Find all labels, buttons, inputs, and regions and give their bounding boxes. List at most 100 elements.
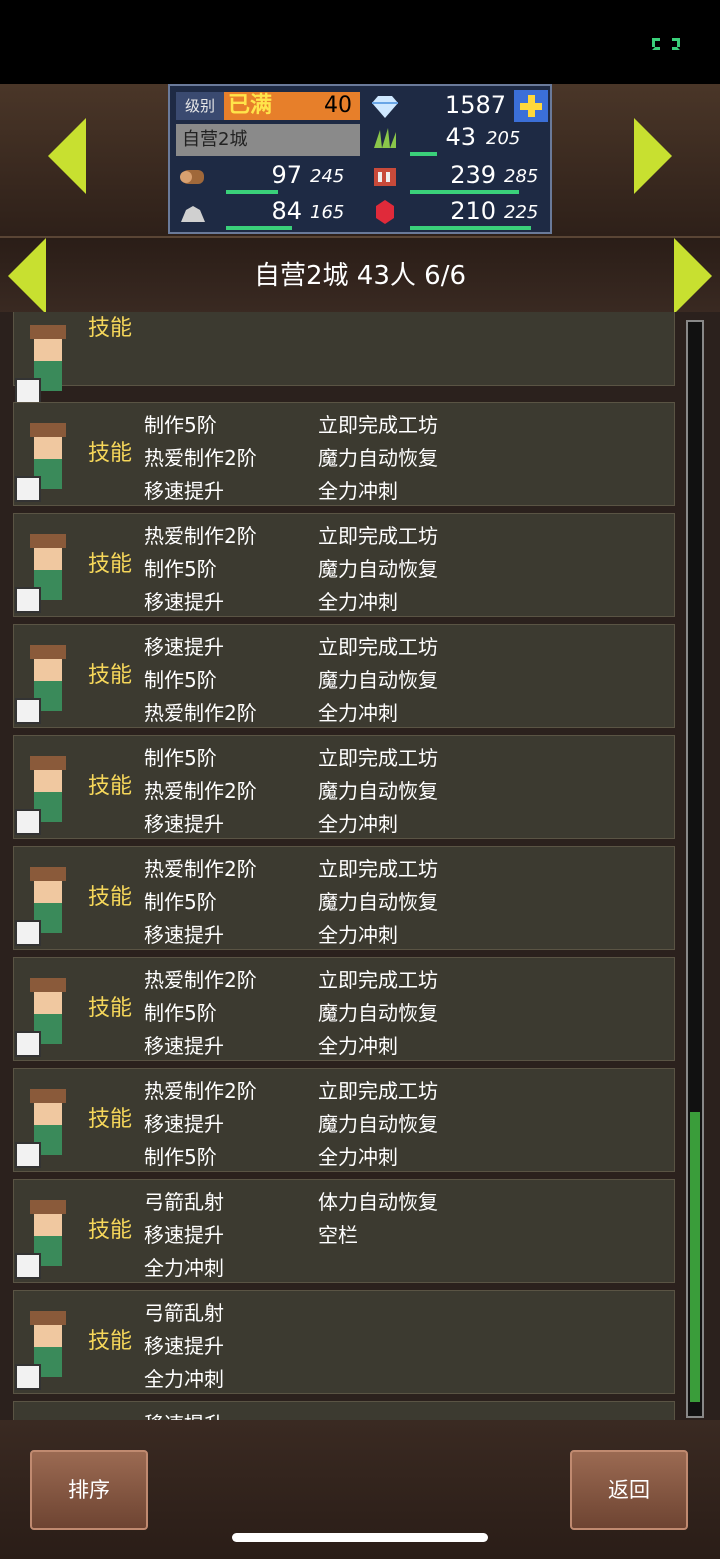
skill-label: 技能 bbox=[88, 885, 133, 910]
food-bar bbox=[410, 190, 519, 194]
next-castle-arrow-icon[interactable] bbox=[674, 238, 712, 314]
list-item[interactable]: 技能 热爱制作2阶 移速提升 制作5阶 立即完成工坊 魔力自动恢复 全力冲刺 bbox=[13, 1068, 675, 1172]
skill-label: 技能 bbox=[88, 996, 133, 1021]
skill-name: 移速提升 bbox=[144, 1034, 224, 1058]
character-portrait-icon bbox=[15, 534, 66, 613]
list-item[interactable]: 技能移速提升 bbox=[13, 1401, 675, 1420]
skill-column-2: 立即完成工坊 魔力自动恢复 全力冲刺 bbox=[318, 964, 438, 1063]
skill-column-1: 热爱制作2阶 制作5阶 移速提升 bbox=[144, 853, 257, 952]
skill-column-1: 热爱制作2阶 制作5阶移速提升 bbox=[144, 964, 257, 1063]
skill-name: 立即完成工坊 bbox=[318, 1079, 438, 1103]
diamond-icon bbox=[372, 96, 398, 118]
stone-value: 84 bbox=[271, 197, 302, 225]
prev-arrow-icon[interactable] bbox=[48, 118, 86, 194]
skill-name: 体力自动恢复 bbox=[318, 1190, 438, 1214]
next-arrow-icon[interactable] bbox=[634, 118, 672, 194]
skill-column-2: 立即完成工坊 魔力自动恢复 全力冲刺 bbox=[318, 1075, 438, 1174]
skill-column-2: 立即完成工坊 魔力自动恢复 全力冲刺 bbox=[318, 631, 438, 730]
skill-label: 技能 bbox=[88, 441, 133, 466]
scrollbar[interactable] bbox=[686, 320, 704, 1418]
skill-name: 移速提升 bbox=[144, 1334, 224, 1358]
wood-icon bbox=[180, 170, 204, 184]
skill-name: 全力冲刺 bbox=[318, 590, 398, 614]
page-title: 自营2城 43人 6/6 bbox=[254, 261, 466, 291]
skill-name: 立即完成工坊 bbox=[318, 746, 438, 770]
skill-name: 热爱制作2阶 bbox=[144, 446, 257, 470]
grass-max: 205 bbox=[486, 128, 521, 149]
list-item[interactable]: 技能 移速提升 制作5阶 热爱制作2阶 立即完成工坊 魔力自动恢复 全力冲刺 bbox=[13, 624, 675, 728]
skill-name: 移速提升 bbox=[144, 812, 224, 836]
skill-name: 空栏 bbox=[318, 1223, 358, 1247]
skill-column-1: 制作5阶 热爱制作2阶 移速提升 bbox=[144, 409, 257, 508]
skill-name: 移速提升 bbox=[144, 923, 224, 947]
skill-name: 全力冲刺 bbox=[318, 1145, 398, 1169]
skill-name: 制作5阶 bbox=[144, 668, 217, 692]
character-portrait-icon bbox=[15, 1200, 66, 1279]
home-indicator[interactable] bbox=[232, 1533, 488, 1542]
resident-list[interactable]: 技能 技能 制作5阶 热爱制作2阶 移速提升 立即完成工坊 魔力自动恢复 全力冲刺 技能 热爱制作… bbox=[0, 312, 720, 1420]
skill-name: 立即完成工坊 bbox=[318, 524, 438, 548]
skill-name: 制作5阶 bbox=[144, 1001, 217, 1025]
ruby-icon bbox=[376, 200, 394, 224]
skill-name: 全力冲刺 bbox=[144, 1256, 224, 1280]
sort-button[interactable]: 排序 bbox=[30, 1450, 148, 1530]
skill-column-2: 立即完成工坊 魔力自动恢复 全力冲刺 bbox=[318, 853, 438, 952]
skill-column-1: 弓箭乱射 移速提升 全力冲刺 bbox=[144, 1186, 224, 1285]
skill-label: 技能 bbox=[88, 552, 133, 577]
skill-name: 全力冲刺 bbox=[144, 1367, 224, 1391]
skill-label: 技能 bbox=[88, 1107, 133, 1132]
skill-name: 弓箭乱射 bbox=[144, 1190, 224, 1214]
level-label: 级别 bbox=[176, 92, 224, 120]
skill-name: 魔力自动恢复 bbox=[318, 1001, 438, 1025]
add-gems-button[interactable] bbox=[514, 90, 548, 122]
skill-column-1: 移速提升 bbox=[144, 1408, 224, 1420]
skill-name: 制作5阶 bbox=[144, 413, 217, 437]
skill-name: 热爱制作2阶 bbox=[144, 857, 257, 881]
list-item[interactable]: 技能 制作5阶 热爱制作2阶 移速提升 立即完成工坊 魔力自动恢复 全力冲刺 bbox=[13, 402, 675, 506]
fullscreen-icon[interactable] bbox=[650, 36, 682, 52]
wood-value: 97 bbox=[271, 161, 302, 189]
food-icon bbox=[374, 168, 396, 186]
character-portrait-icon bbox=[15, 423, 66, 502]
skill-name: 移速提升 bbox=[144, 1112, 224, 1136]
list-item[interactable]: 技能 弓箭乱射 移速提升 全力冲刺 bbox=[13, 1290, 675, 1394]
skill-name: 全力冲刺 bbox=[318, 479, 398, 503]
skill-name: 立即完成工坊 bbox=[318, 635, 438, 659]
list-item[interactable]: 技能 bbox=[13, 312, 675, 404]
skill-label: 技能 bbox=[88, 1218, 133, 1243]
skill-name: 热爱制作2阶 bbox=[144, 779, 257, 803]
skill-name: 移速提升 bbox=[144, 635, 224, 659]
skill-name: 魔力自动恢复 bbox=[318, 779, 438, 803]
skill-name: 热爱制作2阶 bbox=[144, 701, 257, 725]
skill-column-2: 立即完成工坊 魔力自动恢复 全力冲刺 bbox=[318, 409, 438, 508]
list-item[interactable]: 技能 制作5阶 热爱制作2阶 移速提升 立即完成工坊 魔力自动恢复 全力冲刺 bbox=[13, 735, 675, 839]
skill-column-2: 体力自动恢复 空栏 bbox=[318, 1186, 438, 1252]
list-item[interactable]: 技能 热爱制作2阶 制作5阶 移速提升 立即完成工坊 魔力自动恢复 全力冲刺 bbox=[13, 846, 675, 950]
list-item[interactable]: 技能 热爱制作2阶 制作5阶 移速提升 立即完成工坊 魔力自动恢复 全力冲刺 bbox=[13, 513, 675, 617]
skill-name: 全力冲刺 bbox=[318, 701, 398, 725]
level-box: 已满 40 bbox=[224, 92, 360, 120]
skill-name: 全力冲刺 bbox=[318, 923, 398, 947]
skill-name: 魔力自动恢复 bbox=[318, 557, 438, 581]
skill-name: 制作5阶 bbox=[144, 746, 217, 770]
skill-name: 制作5阶 bbox=[144, 557, 217, 581]
level-value: 40 bbox=[324, 93, 352, 118]
grass-value: 43 bbox=[445, 123, 476, 151]
back-button[interactable]: 返回 bbox=[570, 1450, 688, 1530]
food-max: 285 bbox=[504, 166, 539, 187]
wood-max: 245 bbox=[310, 166, 345, 187]
scroll-thumb[interactable] bbox=[690, 1112, 700, 1402]
character-portrait-icon bbox=[14, 1402, 82, 1420]
mana-bar bbox=[410, 226, 531, 230]
skill-name: 魔力自动恢复 bbox=[318, 668, 438, 692]
grass-bar bbox=[410, 152, 437, 156]
mana-max: 225 bbox=[504, 202, 539, 223]
list-item[interactable]: 技能 热爱制作2阶 制作5阶 移速提升 立即完成工坊 魔力自动恢复 全力冲刺 bbox=[13, 957, 675, 1061]
skill-name: 全力冲刺 bbox=[318, 1034, 398, 1058]
skill-label: 技能 bbox=[88, 316, 133, 341]
skill-label: 技能 bbox=[88, 1402, 132, 1420]
list-item[interactable]: 技能 弓箭乱射 移速提升 全力冲刺 体力自动恢复 空栏 bbox=[13, 1179, 675, 1283]
skill-name: 热爱制作2阶 bbox=[144, 968, 257, 992]
skill-column-2: 立即完成工坊 魔力自动恢复 全力冲刺 bbox=[318, 742, 438, 841]
list-header: 自营2城 43人 6/6 bbox=[0, 236, 720, 316]
